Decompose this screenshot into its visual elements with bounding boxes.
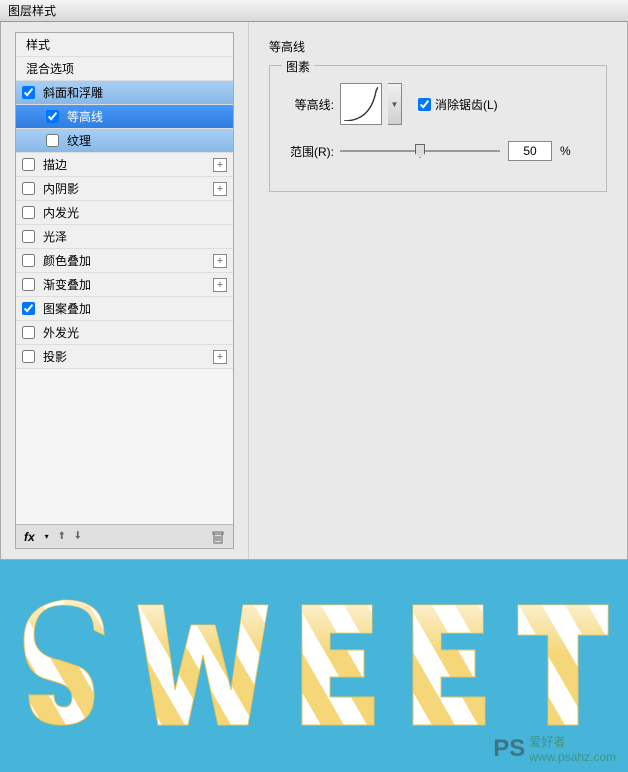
blending-options-label: 混合选项 [26,60,227,77]
fx-icon[interactable]: fx [24,530,35,544]
watermark: PS 爱好者 www.psahz.com [493,733,616,764]
styles-list: 样式 混合选项 斜面和浮雕 等高线 纹理 描边 + [15,32,234,549]
style-color-overlay-checkbox[interactable] [22,254,35,267]
layer-style-dialog: 样式 混合选项 斜面和浮雕 等高线 纹理 描边 + [0,22,628,560]
letter-s [10,595,118,735]
window-title: 图层样式 [8,4,56,18]
fx-chevron-icon[interactable]: ▾ [45,532,49,541]
add-icon[interactable]: + [213,254,227,268]
style-gradient-overlay-checkbox[interactable] [22,278,35,291]
style-texture[interactable]: 纹理 [16,129,233,153]
elements-fieldset: 图素 等高线: ▼ 消除锯齿(L) 范围(R): [269,65,607,192]
trash-icon[interactable] [211,530,225,544]
watermark-name: 爱好者 [529,735,565,749]
style-texture-checkbox[interactable] [46,134,59,147]
antialias-checkbox[interactable] [418,98,431,111]
styles-spacer [16,369,233,524]
styles-header[interactable]: 样式 [16,33,233,57]
letter-t [508,595,618,735]
contour-preview[interactable] [340,83,382,125]
style-satin-checkbox[interactable] [22,230,35,243]
style-bevel-checkbox[interactable] [22,86,35,99]
style-drop-shadow[interactable]: 投影 + [16,345,233,369]
style-contour[interactable]: 等高线 [16,105,233,129]
arrow-down-icon[interactable]: 🠫 [75,527,81,546]
style-inner-glow[interactable]: 内发光 [16,201,233,225]
style-pattern-overlay[interactable]: 图案叠加 [16,297,233,321]
style-color-overlay[interactable]: 颜色叠加 + [16,249,233,273]
sweet-text [10,590,618,740]
preview-canvas: PS 爱好者 www.psahz.com [0,560,628,772]
add-icon[interactable]: + [213,158,227,172]
styles-footer: fx ▾ 🠩 🠫 [16,524,233,548]
arrow-up-icon[interactable]: 🠩 [59,527,65,546]
contour-label: 等高线: [282,96,334,113]
range-label: 范围(R): [282,143,334,160]
range-slider[interactable] [340,150,500,152]
percent-label: % [560,144,571,158]
add-icon[interactable]: + [213,182,227,196]
fieldset-label: 图素 [282,58,314,75]
range-input[interactable] [508,141,552,161]
watermark-url: www.psahz.com [529,750,616,764]
range-row: 范围(R): % [282,141,594,161]
style-stroke[interactable]: 描边 + [16,153,233,177]
watermark-ps: PS [493,735,525,763]
style-outer-glow-checkbox[interactable] [22,326,35,339]
window-title-bar[interactable]: 图层样式 [0,0,628,22]
add-icon[interactable]: + [213,278,227,292]
antialias-label: 消除锯齿(L) [435,96,498,113]
slider-thumb[interactable] [415,144,425,158]
contour-row: 等高线: ▼ 消除锯齿(L) [282,83,594,125]
style-inner-shadow-checkbox[interactable] [22,182,35,195]
style-pattern-overlay-checkbox[interactable] [22,302,35,315]
style-inner-shadow[interactable]: 内阴影 + [16,177,233,201]
letter-e2 [398,595,498,735]
style-drop-shadow-checkbox[interactable] [22,350,35,363]
letter-w [129,595,277,735]
style-satin[interactable]: 光泽 [16,225,233,249]
style-outer-glow[interactable]: 外发光 [16,321,233,345]
section-title: 等高线 [269,38,607,55]
style-bevel-emboss[interactable]: 斜面和浮雕 [16,81,233,105]
contour-settings-panel: 等高线 图素 等高线: ▼ 消除锯齿(L) [249,22,627,559]
add-icon[interactable]: + [213,350,227,364]
style-contour-checkbox[interactable] [46,110,59,123]
contour-dropdown-icon[interactable]: ▼ [388,83,402,125]
letter-e1 [287,595,387,735]
style-inner-glow-checkbox[interactable] [22,206,35,219]
style-stroke-checkbox[interactable] [22,158,35,171]
styles-panel: 样式 混合选项 斜面和浮雕 等高线 纹理 描边 + [1,22,249,559]
blending-options-row[interactable]: 混合选项 [16,57,233,81]
styles-header-label: 样式 [26,36,227,53]
style-gradient-overlay[interactable]: 渐变叠加 + [16,273,233,297]
